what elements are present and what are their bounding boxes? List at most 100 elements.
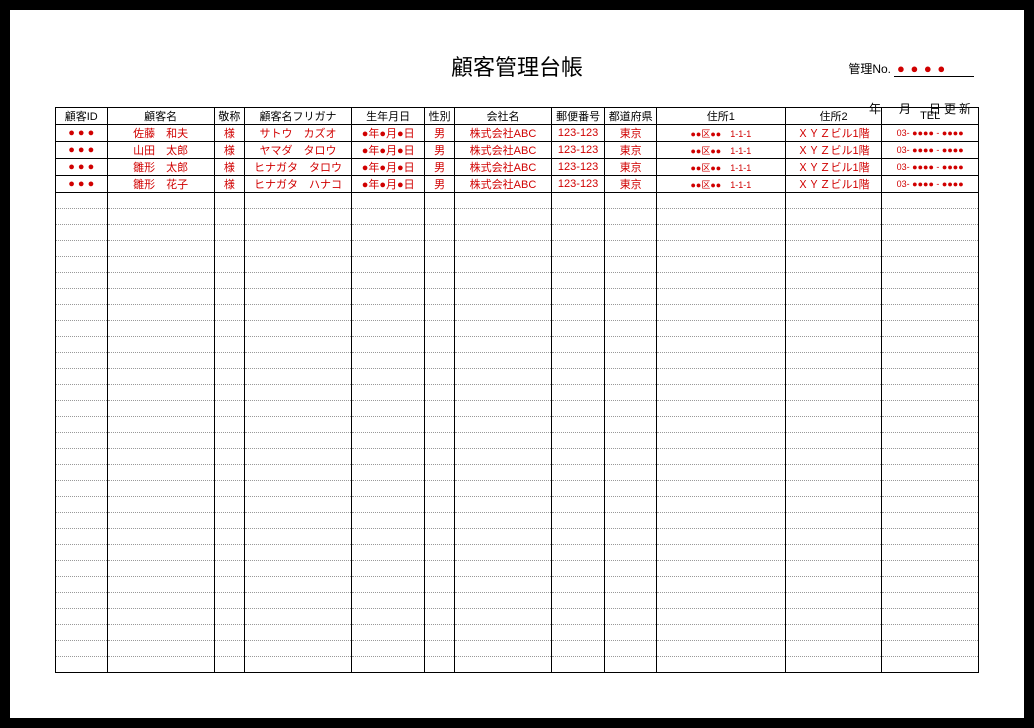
empty-cell — [882, 193, 979, 209]
empty-cell — [352, 305, 425, 321]
empty-cell — [425, 369, 455, 385]
empty-cell — [107, 273, 214, 289]
cell-kana: サトウ カズオ — [244, 125, 351, 142]
cell-tel: 03- ●●●● - ●●●● — [882, 159, 979, 176]
cell-addr1: ●●区●● 1-1-1 — [656, 125, 785, 142]
empty-cell — [352, 257, 425, 273]
empty-cell — [882, 529, 979, 545]
empty-cell — [656, 465, 785, 481]
table-row-empty — [56, 513, 979, 529]
table-row-empty — [56, 417, 979, 433]
empty-cell — [214, 209, 244, 225]
empty-cell — [785, 369, 882, 385]
empty-cell — [605, 609, 657, 625]
empty-cell — [244, 481, 351, 497]
col-zip: 郵便番号 — [551, 108, 605, 125]
cell-sex: 男 — [425, 159, 455, 176]
empty-cell — [244, 641, 351, 657]
empty-cell — [605, 577, 657, 593]
empty-cell — [244, 337, 351, 353]
empty-cell — [785, 465, 882, 481]
empty-cell — [551, 609, 605, 625]
empty-cell — [656, 657, 785, 673]
empty-cell — [107, 449, 214, 465]
empty-cell — [605, 337, 657, 353]
empty-cell — [455, 417, 552, 433]
cell-addr2: ＸＹＺビル1階 — [785, 142, 882, 159]
empty-cell — [605, 641, 657, 657]
empty-cell — [785, 353, 882, 369]
empty-cell — [56, 545, 108, 561]
empty-cell — [656, 593, 785, 609]
empty-cell — [244, 545, 351, 561]
col-kana: 顧客名フリガナ — [244, 108, 351, 125]
page-title: 顧客管理台帳 — [55, 50, 979, 82]
empty-cell — [425, 241, 455, 257]
empty-cell — [107, 433, 214, 449]
empty-cell — [882, 385, 979, 401]
ledger-table-wrap: 顧客ID 顧客名 敬称 顧客名フリガナ 生年月日 性別 会社名 郵便番号 都道府… — [55, 107, 979, 673]
cell-addr2: ＸＹＺビル1階 — [785, 159, 882, 176]
empty-cell — [455, 337, 552, 353]
header-row: 顧客ID 顧客名 敬称 顧客名フリガナ 生年月日 性別 会社名 郵便番号 都道府… — [56, 108, 979, 125]
table-row-empty — [56, 193, 979, 209]
empty-cell — [352, 657, 425, 673]
empty-cell — [785, 225, 882, 241]
kanri-value: ● ● ● ● — [894, 61, 974, 77]
empty-cell — [56, 561, 108, 577]
cell-pref: 東京 — [605, 176, 657, 193]
empty-cell — [56, 417, 108, 433]
empty-cell — [352, 417, 425, 433]
table-row-empty — [56, 593, 979, 609]
table-row-empty — [56, 529, 979, 545]
empty-cell — [882, 577, 979, 593]
cell-tel: 03- ●●●● - ●●●● — [882, 125, 979, 142]
empty-cell — [882, 641, 979, 657]
empty-cell — [551, 561, 605, 577]
empty-cell — [551, 369, 605, 385]
empty-cell — [352, 609, 425, 625]
cell-company: 株式会社ABC — [455, 142, 552, 159]
empty-cell — [107, 417, 214, 433]
empty-cell — [107, 497, 214, 513]
empty-cell — [882, 593, 979, 609]
empty-cell — [785, 545, 882, 561]
table-row-empty — [56, 657, 979, 673]
empty-cell — [56, 657, 108, 673]
empty-cell — [244, 433, 351, 449]
empty-cell — [551, 481, 605, 497]
empty-cell — [605, 593, 657, 609]
empty-cell — [551, 433, 605, 449]
empty-cell — [656, 225, 785, 241]
empty-cell — [785, 401, 882, 417]
empty-cell — [605, 449, 657, 465]
empty-cell — [785, 337, 882, 353]
empty-cell — [882, 273, 979, 289]
empty-cell — [425, 337, 455, 353]
empty-cell — [455, 369, 552, 385]
cell-addr1: ●●区●● 1-1-1 — [656, 159, 785, 176]
empty-cell — [214, 193, 244, 209]
empty-cell — [882, 321, 979, 337]
empty-cell — [425, 465, 455, 481]
empty-cell — [455, 513, 552, 529]
empty-cell — [352, 465, 425, 481]
empty-cell — [244, 449, 351, 465]
empty-cell — [352, 337, 425, 353]
empty-cell — [551, 193, 605, 209]
empty-cell — [882, 305, 979, 321]
empty-cell — [352, 641, 425, 657]
empty-cell — [551, 353, 605, 369]
col-pref: 都道府県 — [605, 108, 657, 125]
empty-cell — [214, 273, 244, 289]
col-title: 敬称 — [214, 108, 244, 125]
empty-cell — [656, 241, 785, 257]
empty-cell — [214, 337, 244, 353]
empty-cell — [107, 225, 214, 241]
empty-cell — [605, 257, 657, 273]
empty-cell — [352, 385, 425, 401]
empty-cell — [882, 241, 979, 257]
empty-cell — [455, 545, 552, 561]
table-row-empty — [56, 465, 979, 481]
empty-cell — [605, 241, 657, 257]
